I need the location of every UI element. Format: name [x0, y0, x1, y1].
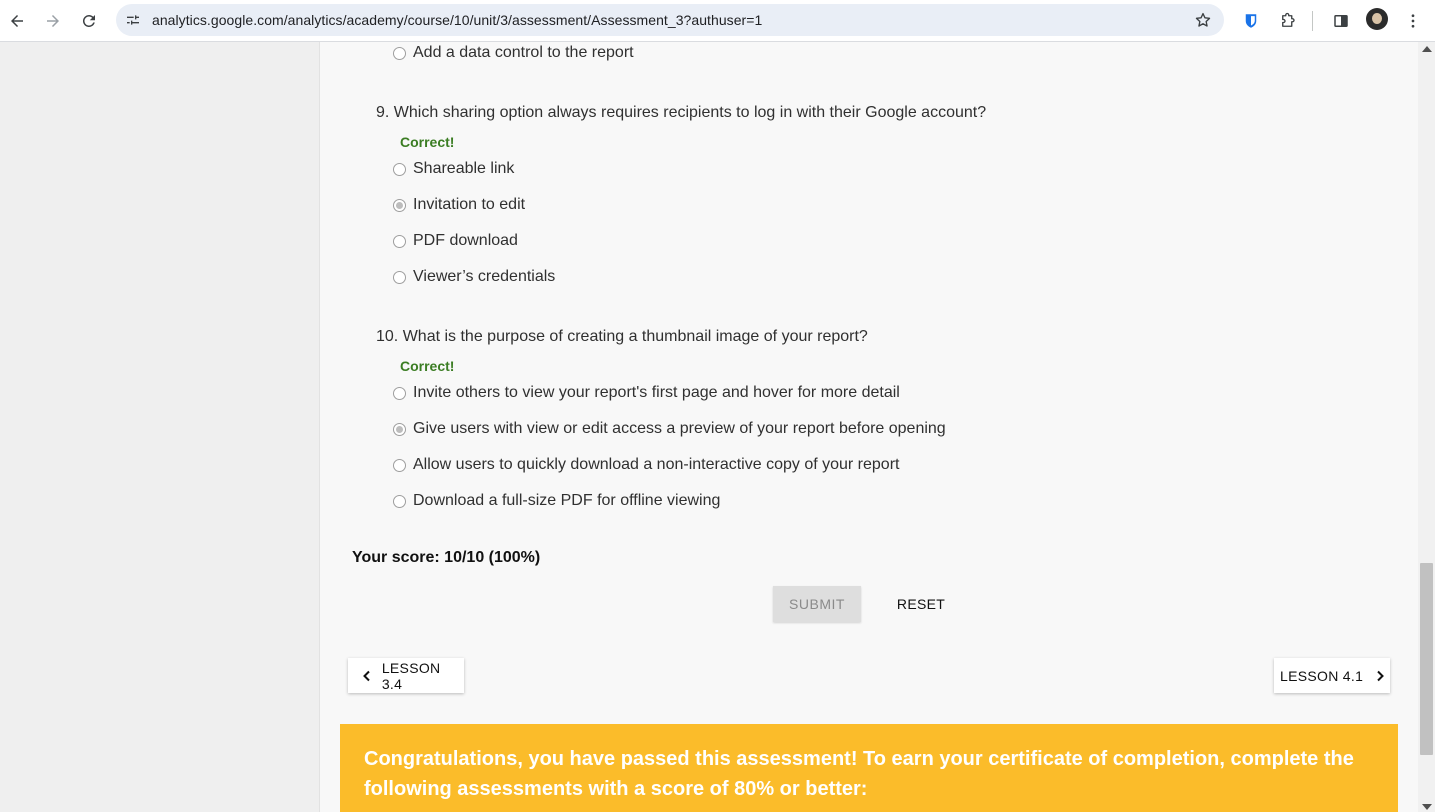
answer-option[interactable]: Download a full-size PDF for offline vie… — [393, 489, 720, 513]
option-label: Shareable link — [413, 160, 515, 177]
prev-lesson-button[interactable]: LESSON 3.4 — [348, 658, 464, 693]
answer-option[interactable]: Allow users to quickly download a non-in… — [393, 453, 899, 477]
scrollbar-thumb[interactable] — [1420, 563, 1433, 755]
option-label: Allow users to quickly download a non-in… — [413, 456, 900, 473]
answer-option[interactable]: Invitation to edit — [393, 193, 525, 217]
score-text: Your score: 10/10 (100%) — [352, 549, 541, 566]
correct-feedback: Correct! — [400, 358, 455, 374]
congratulations-banner: Congratulations, you have passed this as… — [340, 724, 1398, 812]
radio-button[interactable] — [393, 458, 406, 472]
option-label: PDF download — [413, 232, 518, 249]
answer-option[interactable]: Give users with view or edit access a pr… — [393, 417, 946, 441]
bookmark-star-icon[interactable] — [1192, 9, 1214, 31]
radio-button[interactable] — [393, 162, 406, 176]
chevron-left-icon — [360, 669, 374, 683]
option-label: Invite others to view your report's firs… — [413, 384, 900, 401]
reset-button[interactable]: RESET — [883, 586, 959, 622]
answer-option[interactable]: Shareable link — [393, 157, 514, 181]
chevron-right-icon — [1373, 669, 1387, 683]
congratulations-text: Congratulations, you have passed this as… — [364, 748, 1354, 800]
forward-icon[interactable] — [39, 7, 67, 35]
answer-option[interactable]: Viewer’s credentials — [393, 265, 555, 289]
bitwarden-icon[interactable] — [1237, 7, 1265, 35]
option-label: Viewer’s credentials — [413, 268, 556, 285]
radio-button[interactable] — [393, 494, 406, 508]
back-icon[interactable] — [3, 7, 31, 35]
radio-button[interactable] — [393, 386, 406, 400]
answer-option[interactable]: Invite others to view your report's firs… — [393, 381, 900, 405]
scroll-down-arrow-icon[interactable] — [1422, 804, 1432, 810]
profile-avatar[interactable] — [1366, 8, 1388, 30]
answer-option[interactable]: PDF download — [393, 229, 518, 253]
site-settings-icon[interactable] — [122, 9, 144, 31]
radio-button[interactable] — [393, 46, 406, 60]
option-label: Give users with view or edit access a pr… — [413, 420, 946, 437]
submit-button[interactable]: SUBMIT — [773, 586, 861, 622]
next-lesson-label: LESSON 4.1 — [1280, 667, 1364, 684]
page-scrollbar[interactable] — [1418, 42, 1435, 812]
scroll-up-arrow-icon[interactable] — [1422, 46, 1432, 52]
radio-button[interactable] — [393, 270, 406, 284]
option-label: Invitation to edit — [413, 196, 526, 213]
option-label: Download a full-size PDF for offline vie… — [413, 492, 721, 509]
radio-button-selected[interactable] — [393, 422, 406, 436]
address-bar[interactable]: analytics.google.com/analytics/academy/c… — [116, 4, 1224, 36]
option-label: Add a data control to the report — [413, 44, 634, 61]
question-9-text: 9. Which sharing option always requires … — [376, 104, 987, 121]
reload-icon[interactable] — [75, 7, 103, 35]
assessment-panel: Add a data control to the report 9. Whic… — [320, 42, 1418, 812]
next-lesson-button[interactable]: LESSON 4.1 — [1274, 658, 1390, 693]
side-panel-icon[interactable] — [1327, 7, 1355, 35]
correct-feedback: Correct! — [400, 134, 455, 150]
left-gutter — [0, 42, 320, 812]
more-menu-icon[interactable] — [1399, 7, 1427, 35]
extensions-icon[interactable] — [1274, 7, 1302, 35]
question-10-text: 10. What is the purpose of creating a th… — [376, 328, 868, 345]
url-text[interactable]: analytics.google.com/analytics/academy/c… — [152, 12, 762, 28]
browser-toolbar: analytics.google.com/analytics/academy/c… — [0, 0, 1435, 42]
toolbar-divider — [1312, 11, 1313, 31]
prev-lesson-label: LESSON 3.4 — [381, 659, 441, 692]
radio-button[interactable] — [393, 234, 406, 248]
radio-button-selected[interactable] — [393, 198, 406, 212]
answer-option[interactable]: Add a data control to the report — [393, 42, 634, 65]
